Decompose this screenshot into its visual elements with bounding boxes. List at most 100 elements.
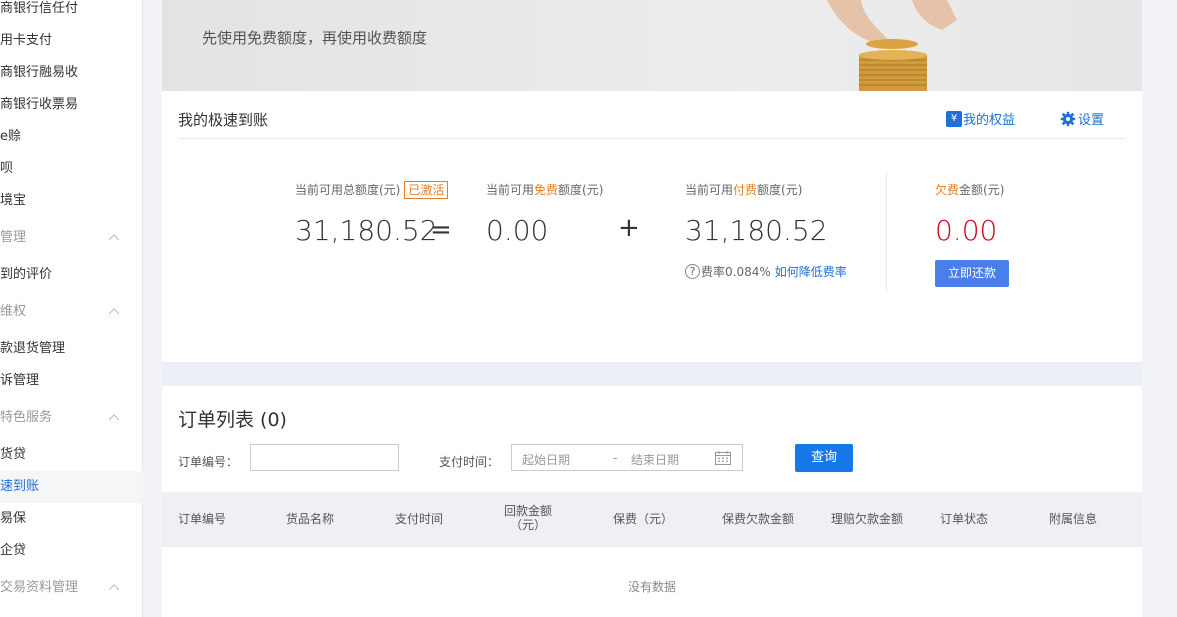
yen-icon: ¥ (946, 110, 962, 127)
column-header-line: 回款金额 (504, 504, 553, 518)
column-header: 货品名称 (286, 512, 335, 526)
sidebar-item-label: 商银行信任付 (0, 1, 79, 16)
end-date-input[interactable]: 结束日期 (631, 451, 679, 468)
equals-sign: = (430, 215, 452, 245)
sidebar-group-rights[interactable]: 维权 (0, 296, 143, 328)
sidebar-item-e-credit[interactable]: e赊 (0, 121, 143, 153)
reduce-fee-link[interactable]: 如何降低费率 (775, 263, 847, 280)
sidebar-item-fast-settle[interactable]: 速到账 (0, 471, 143, 503)
sidebar: 商银行信任付 用卡支付 商银行融易收 商银行收票易 e赊 呗 境宝 管理 到的评… (0, 0, 143, 617)
sidebar-group-label: 管理 (0, 230, 27, 245)
settings-link[interactable]: 设置 (1060, 109, 1104, 128)
fast-settle-card: 我的极速到账 ¥ 我的权益 设置 当前可用总额度(元) 已激活 31,180.52… (162, 91, 1142, 362)
sidebar-item-credit-card-pay[interactable]: 用卡支付 (0, 25, 143, 57)
date-separator: - (613, 451, 618, 465)
column-header-line: （元） (510, 518, 547, 532)
pay-time-label: 支付时间： (439, 455, 500, 469)
sidebar-item-reviews[interactable]: 到的评价 (0, 259, 143, 291)
sidebar-item-label: 货贷 (0, 447, 27, 462)
sidebar-group-label: 维权 (0, 304, 27, 319)
debt-label-post: 金额(元) (959, 183, 1005, 197)
free-limit-value: 0.00 (486, 214, 549, 247)
sidebar-item-label: 商银行融易收 (0, 65, 79, 80)
help-icon[interactable]: ? (685, 264, 700, 279)
sidebar-group-trade-docs[interactable]: 交易资料管理 (0, 572, 143, 604)
column-header: 附属信息 (1049, 512, 1098, 526)
free-label-highlight: 免费 (534, 183, 559, 197)
sidebar-item-yibao[interactable]: 易保 (0, 503, 143, 535)
sidebar-item-label: e赊 (0, 129, 21, 144)
settings-label: 设置 (1078, 113, 1105, 128)
sidebar-item-label: 呗 (0, 161, 14, 176)
debt-label-highlight: 欠费 (935, 183, 960, 197)
total-limit-value: 31,180.52 (295, 214, 438, 247)
sidebar-item-complaints[interactable]: 诉管理 (0, 365, 143, 397)
sidebar-item-label: 用卡支付 (0, 33, 53, 48)
calendar-icon[interactable] (715, 451, 731, 465)
chevron-up-icon (109, 584, 119, 591)
activated-badge: 已激活 (404, 181, 449, 199)
chevron-up-icon (109, 308, 119, 315)
fee-rate-text: 费率0.084% (701, 265, 771, 279)
sidebar-item-jingbao[interactable]: 境宝 (0, 185, 143, 217)
sidebar-group-label: 特色服务 (0, 410, 53, 425)
date-range-picker[interactable]: 起始日期 - 结束日期 (511, 444, 743, 471)
free-limit-label: 当前可用免费额度(元) (486, 181, 603, 198)
sidebar-group-label: 交易资料管理 (0, 580, 79, 595)
sidebar-item-goods-loan[interactable]: 货贷 (0, 439, 143, 471)
empty-state: 没有数据 (627, 580, 676, 594)
sidebar-item-enterprise-loan[interactable]: 企贷 (0, 535, 143, 567)
fee-rate-info: ? 费率0.084% 如何降低费率 (685, 263, 847, 280)
order-no-label: 订单编号： (178, 455, 239, 469)
sidebar-item-label: 企贷 (0, 543, 27, 558)
sidebar-item-trust-pay[interactable]: 商银行信任付 (0, 0, 143, 25)
debt-value: 0.00 (935, 214, 998, 247)
free-label-pre: 当前可用 (486, 183, 535, 197)
sidebar-group-management[interactable]: 管理 (0, 222, 143, 254)
total-limit-label: 当前可用总额度(元) 已激活 (295, 181, 449, 199)
banner-subtitle: 先使用免费额度，再使用收费额度 (202, 29, 428, 47)
plus-sign: + (618, 213, 640, 243)
sidebar-item-rongyi-receive[interactable]: 商银行融易收 (0, 57, 143, 89)
order-list-panel: 订单列表 (0) 订单编号： 支付时间： 起始日期 - 结束日期 查询 订单编号… (162, 386, 1142, 617)
divider (178, 138, 1126, 139)
column-header: 支付时间 (395, 512, 444, 526)
sidebar-item-label: 易保 (0, 511, 27, 526)
column-header: 订单状态 (940, 512, 989, 526)
sidebar-item-label: 速到账 (0, 479, 40, 494)
sidebar-group-special-services[interactable]: 特色服务 (0, 402, 143, 434)
paid-label-highlight: 付费 (733, 183, 758, 197)
paid-limit-label: 当前可用付费额度(元) (685, 181, 802, 198)
sidebar-item-label: 到的评价 (0, 267, 53, 282)
repay-now-button[interactable]: 立即还款 (935, 260, 1009, 287)
debt-label: 欠费金额(元) (935, 181, 1004, 198)
paid-label-post: 额度(元) (757, 183, 803, 197)
column-header: 回款金额 （元） (504, 504, 552, 532)
chevron-up-icon (109, 234, 119, 241)
chevron-up-icon (109, 414, 119, 421)
my-benefits-label: 我的权益 (963, 113, 1016, 128)
start-date-input[interactable]: 起始日期 (522, 451, 570, 468)
total-limit-label-text: 当前可用总额度(元) (295, 183, 401, 197)
column-header: 订单编号 (178, 512, 227, 526)
column-header: 保费欠款金额 (722, 512, 795, 526)
order-table-header: 订单编号 货品名称 支付时间 回款金额 （元） 保费（元） 保费欠款金额 理赔欠… (162, 492, 1142, 547)
sidebar-item-refund-return[interactable]: 款退货管理 (0, 333, 143, 365)
order-no-input[interactable] (250, 444, 399, 471)
section-gap (162, 362, 1142, 386)
vertical-divider (886, 171, 887, 293)
sidebar-item-label: 款退货管理 (0, 341, 66, 356)
sidebar-item-bill-receive[interactable]: 商银行收票易 (0, 89, 143, 121)
paid-limit-value: 31,180.52 (685, 214, 828, 247)
query-button[interactable]: 查询 (795, 444, 853, 472)
sidebar-item-label: 诉管理 (0, 373, 40, 388)
gear-icon (1060, 111, 1076, 126)
card-title: 我的极速到账 (178, 111, 269, 129)
order-list-title: 订单列表 (0) (178, 409, 287, 431)
coins-hand-illustration (827, 0, 957, 91)
sidebar-item-bei[interactable]: 呗 (0, 153, 143, 185)
my-benefits-link[interactable]: ¥ 我的权益 (946, 109, 1015, 128)
sidebar-item-label: 商银行收票易 (0, 97, 79, 112)
sidebar-item-label: 境宝 (0, 193, 27, 208)
promo-banner: 先使用免费额度，再使用收费额度 (162, 0, 1142, 91)
